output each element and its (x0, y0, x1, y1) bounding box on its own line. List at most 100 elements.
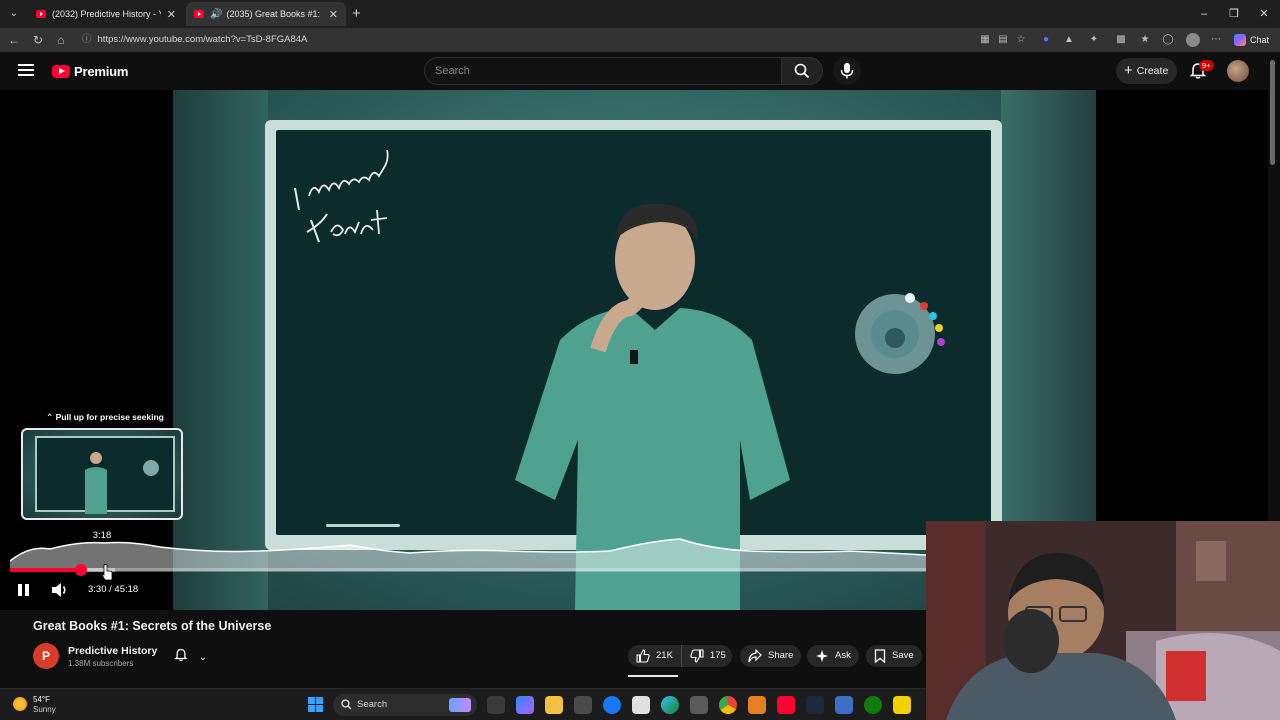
facebook-icon[interactable] (603, 696, 621, 714)
tab-title: (2032) Predictive History - YouTube (52, 9, 161, 19)
tab-title: (2035) Great Books #1: Secrets of the Un… (226, 9, 322, 19)
pause-button[interactable] (16, 580, 34, 600)
taskbar-search-label: Search (357, 699, 388, 710)
taskbar-search[interactable]: Search (333, 694, 477, 716)
store-icon[interactable] (574, 696, 592, 714)
youtube-logo-icon (52, 65, 70, 78)
channel-avatar[interactable]: P (33, 643, 59, 669)
chrome-icon[interactable] (719, 696, 737, 714)
streamer-camera-feed (926, 521, 1280, 720)
ask-icon (816, 650, 828, 662)
task-view-icon[interactable] (487, 696, 505, 714)
voice-search-button[interactable] (833, 57, 861, 85)
progress-bar[interactable] (10, 564, 926, 576)
app-icon[interactable] (835, 696, 853, 714)
subscriber-count: 1.38M subscribers (68, 659, 134, 668)
mic-icon (840, 63, 854, 79)
subscription-bell-button[interactable]: ⌄ (174, 648, 214, 666)
restore-button[interactable]: ❐ (1226, 6, 1242, 22)
extensions-puzzle-icon[interactable]: ✦ (1087, 33, 1101, 47)
minimize-button[interactable]: – (1196, 6, 1212, 22)
channel-name[interactable]: Predictive History (68, 645, 157, 657)
ask-button[interactable]: Ask (807, 645, 859, 667)
calculator-icon[interactable] (690, 696, 708, 714)
browser-tab-bar: ⌄ (2032) Predictive History - YouTube ✕ … (0, 0, 1280, 28)
like-dislike-group: 21K 175 (628, 645, 732, 667)
close-window-button[interactable]: ✕ (1256, 6, 1272, 22)
dislike-button[interactable]: 175 (682, 645, 734, 667)
create-button[interactable]: + Create (1116, 58, 1177, 84)
back-icon[interactable]: ← (6, 32, 22, 48)
ask-label: Ask (835, 650, 851, 661)
time-display: 3:30 / 45:18 (88, 584, 139, 595)
favorites-icon[interactable]: ★ (1138, 33, 1152, 47)
amazon-icon[interactable] (632, 696, 650, 714)
played-bar (10, 568, 81, 572)
copilot-chat-button[interactable]: Chat (1234, 32, 1269, 48)
share-button[interactable]: Share (740, 645, 802, 667)
split-screen-icon[interactable]: ▩ (1114, 33, 1128, 47)
extension-icon[interactable]: ● (1039, 33, 1053, 47)
translate-icon[interactable]: ▦ (978, 33, 992, 47)
dislike-icon (690, 649, 704, 663)
favorite-star-icon[interactable]: ☆ (1014, 33, 1028, 47)
home-icon[interactable]: ⌂ (53, 32, 69, 48)
pen-tool-wheel (855, 293, 945, 374)
address-bar[interactable]: ⓘ https://www.youtube.com/watch?v=TsD-8FG… (78, 31, 958, 49)
tab-close-icon[interactable]: ✕ (167, 8, 176, 21)
logo-text: Premium (74, 64, 129, 79)
chevron-down-icon: ⌄ (198, 652, 208, 663)
address-toolbar: ← ↻ ⌂ ⓘ https://www.youtube.com/watch?v=T… (0, 28, 1280, 52)
xbox-icon[interactable] (864, 696, 882, 714)
steam-icon[interactable] (806, 696, 824, 714)
tab-predictive-history[interactable]: (2032) Predictive History - YouTube ✕ (28, 2, 184, 26)
save-button[interactable]: Save (866, 645, 922, 667)
create-label: Create (1136, 65, 1169, 77)
url-text: https://www.youtube.com/watch?v=TsD-8FGA… (97, 34, 308, 45)
save-label: Save (892, 650, 914, 661)
browser-essentials-icon[interactable]: ◯ (1161, 33, 1175, 47)
plus-icon: + (1124, 62, 1133, 79)
bell-icon (174, 648, 188, 662)
account-avatar[interactable] (1227, 60, 1249, 82)
board-handwriting (294, 150, 389, 243)
scrubber-handle[interactable] (74, 564, 87, 576)
youtube-logo[interactable]: Premium (52, 64, 128, 79)
tab-great-books[interactable]: 🔊 (2035) Great Books #1: Secrets of the … (186, 2, 346, 26)
more-menu-icon[interactable]: ⋯ (1209, 33, 1223, 47)
search-button[interactable] (781, 57, 823, 85)
page-scrollbar[interactable] (1270, 60, 1275, 165)
vlc-icon[interactable] (748, 696, 766, 714)
youtube-app-icon[interactable] (777, 696, 795, 714)
search-input[interactable]: Search (424, 57, 782, 85)
search-icon (794, 63, 810, 79)
edge-icon[interactable] (661, 696, 679, 714)
weather-temperature[interactable]: 54°F (33, 695, 50, 704)
tab-list-chevron-icon[interactable]: ⌄ (6, 6, 22, 22)
profile-avatar[interactable] (1186, 33, 1200, 47)
seek-hint: ⌃ Pull up for precise seeking (46, 412, 164, 422)
tab-close-icon[interactable]: ✕ (329, 8, 338, 21)
volume-icon[interactable] (50, 580, 70, 600)
site-info-icon[interactable]: ⓘ (82, 34, 92, 45)
reload-icon[interactable]: ↻ (30, 32, 46, 48)
youtube-favicon-icon (194, 10, 204, 18)
youtube-favicon-icon (36, 10, 46, 18)
like-count: 21K (656, 650, 673, 661)
weather-sun-icon[interactable] (13, 697, 27, 711)
webcam-overlay (926, 521, 1280, 720)
share-icon (748, 649, 762, 663)
hamburger-icon[interactable] (18, 64, 34, 76)
like-button[interactable]: 21K (628, 645, 682, 667)
weather-condition[interactable]: Sunny (33, 705, 56, 714)
sticky-notes-icon[interactable] (893, 696, 911, 714)
extension-icon[interactable]: ▲ (1062, 33, 1076, 47)
new-tab-button[interactable]: + (352, 5, 361, 22)
windows-start-icon[interactable] (308, 697, 323, 712)
video-title: Great Books #1: Secrets of the Universe (33, 619, 272, 633)
save-icon (874, 649, 886, 663)
speaker-icon[interactable]: 🔊 (210, 9, 222, 20)
file-explorer-icon[interactable] (545, 696, 563, 714)
copilot-app-icon[interactable] (516, 696, 534, 714)
reader-icon[interactable]: ▤ (996, 33, 1010, 47)
